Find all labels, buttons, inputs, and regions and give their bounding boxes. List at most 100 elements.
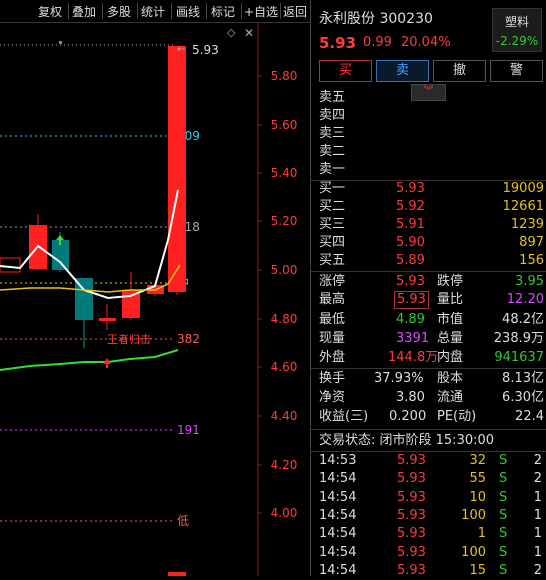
tick-row: 14:53 5.93 32 S 2: [311, 452, 546, 470]
stats-row-low: 最低 4.89 市值 48.2亿: [319, 311, 544, 329]
tick-count: 2: [533, 453, 542, 468]
price-tick-label: 5.60: [271, 118, 298, 132]
diamond-icon[interactable]: ◇: [227, 26, 236, 39]
tick-count: 1: [533, 507, 542, 523]
bid-volume: 12661: [502, 199, 544, 214]
tick-price: 5.93: [397, 562, 426, 578]
toolbar-back-button[interactable]: 返回: [283, 3, 307, 20]
tick-list[interactable]: 14:53 5.93 32 S 2 14:54 5.93 55 S 2 14:54 5.93 10 S 1 1…: [311, 452, 546, 578]
fib-label-382: 382: [177, 332, 200, 346]
bid-volume: 19009: [502, 181, 544, 196]
vol-ratio-value: 12.20: [506, 292, 544, 307]
pe-label: PE(动): [437, 409, 477, 424]
tick-price: 5.93: [397, 471, 426, 487]
ma-green-line: [0, 349, 179, 371]
tick-volume: 100: [461, 507, 486, 523]
sector-name: 塑料: [504, 15, 529, 29]
tick-side: S: [499, 453, 508, 468]
bid-row-1[interactable]: 买一 5.93 19009: [319, 180, 544, 198]
tick-count: 1: [533, 526, 542, 542]
price-change: 0.99: [363, 35, 392, 50]
chart-toolbar: 复权 叠加 多股 统计 画线 标记 +自选 返回: [0, 0, 310, 23]
float-label: 流通: [437, 390, 464, 405]
toolbar-separator: [68, 3, 69, 19]
toolbar-draw-line-button[interactable]: 画线: [176, 3, 200, 20]
toolbar-separator: [241, 3, 242, 19]
tick-side: S: [499, 526, 508, 542]
current-price: 5.93: [319, 34, 357, 52]
total-vol-value: 238.9万: [493, 331, 544, 346]
bid-row-2[interactable]: 买二 5.92 12661: [319, 198, 544, 216]
close-icon[interactable]: ✕: [244, 26, 254, 40]
stock-code: 300230: [379, 11, 433, 27]
bid-price: 5.90: [396, 235, 425, 250]
bid-volume: 1239: [510, 217, 544, 232]
kline-chart[interactable]: ◇ ✕ 809 618 中 382 191 低 5.80 5.60 5.40 5…: [0, 23, 310, 576]
bid-label: 买二: [319, 199, 346, 214]
divider-line: [311, 368, 546, 369]
tick-volume: 1: [477, 526, 486, 542]
tick-row: 14:54 5.93 100 S 1: [311, 507, 546, 525]
shares-label: 股本: [437, 371, 464, 386]
toolbar-stats-button[interactable]: 统计: [141, 3, 165, 20]
toolbar-multi-stock-button[interactable]: 多股: [107, 3, 131, 20]
sector-badge[interactable]: 塑料 -2.29%: [492, 8, 542, 52]
alert-button[interactable]: 警: [490, 60, 543, 82]
toolbar-mark-button[interactable]: 标记: [211, 3, 235, 20]
stats-row-limit: 涨停 5.93 跌停 3.95: [319, 273, 544, 291]
tick-price: 5.93: [397, 489, 426, 505]
fib-label-low: 低: [177, 514, 189, 528]
bid-row-3[interactable]: 买三 5.91 1239: [319, 216, 544, 234]
tick-time: 14:54: [319, 489, 357, 505]
tick-side: S: [499, 489, 508, 505]
stock-name: 永利股份: [319, 11, 375, 27]
tick-volume: 100: [461, 544, 486, 560]
tick-row: 14:54 5.93 1 S 1: [311, 525, 546, 543]
buy-button[interactable]: 买: [319, 60, 372, 82]
toolbar-add-watchlist-button[interactable]: +自选: [244, 3, 278, 20]
price-tick-label: 5.00: [271, 263, 298, 277]
toolbar-overlay-button[interactable]: 叠加: [72, 3, 96, 20]
candle: [168, 46, 186, 292]
down-arrow-icon: [56, 235, 64, 240]
bid-row-5[interactable]: 买五 5.89 156: [319, 252, 544, 270]
price-tick-label: 4.40: [271, 409, 298, 423]
expand-chevron-icon[interactable]: ︾: [411, 84, 446, 101]
limit-up-value: 5.93: [396, 274, 425, 289]
price-tick-label: 5.20: [271, 214, 298, 228]
price-tick-label: 4.00: [271, 506, 298, 520]
sell-button[interactable]: 卖: [376, 60, 429, 82]
candle: [122, 290, 140, 318]
cur-vol-label: 现量: [319, 331, 346, 346]
tick-time: 14:53: [319, 453, 357, 468]
ask-5-label: 卖五: [319, 90, 346, 105]
tick-time: 14:54: [319, 544, 357, 560]
divider-line: [311, 429, 546, 430]
stats-row-turnover: 换手 37.93% 股本 8.13亿: [319, 370, 544, 388]
bid-label: 买三: [319, 217, 346, 232]
tick-row: 14:54 5.93 10 S 1: [311, 489, 546, 507]
up-arrow-icon: [106, 364, 108, 368]
toolbar-fuquan-button[interactable]: 复权: [38, 3, 62, 20]
stats-row-eps: 收益(三) 0.200 PE(动) 22.4: [319, 408, 544, 426]
tick-price: 5.93: [397, 453, 426, 468]
low-label: 最低: [319, 312, 346, 327]
bid-row-4[interactable]: 买四 5.90 897: [319, 234, 544, 252]
ask-4-label: 卖四: [319, 108, 346, 123]
price-change-pct: 20.04%: [401, 35, 451, 50]
high-value: 5.93: [394, 291, 429, 309]
toolbar-separator: [171, 3, 172, 19]
tick-volume: 55: [469, 471, 486, 487]
tick-volume: 15: [469, 562, 486, 578]
down-arrow-icon: [59, 240, 61, 245]
inner-label: 内盘: [437, 350, 464, 365]
signal-annotation: 王者归击: [107, 332, 151, 346]
tick-row: 14:54 5.93 55 S 2: [311, 470, 546, 488]
cancel-order-button[interactable]: 撤: [433, 60, 486, 82]
toolbar-separator: [206, 3, 207, 19]
stats-row-nav: 净资 3.80 流通 6.30亿: [319, 389, 544, 407]
mkt-cap-value: 48.2亿: [502, 312, 544, 327]
fib-label-191: 191: [177, 423, 200, 437]
tick-row: 14:54 5.93 15 S 2: [311, 562, 546, 580]
nav-value: 3.80: [396, 390, 425, 405]
